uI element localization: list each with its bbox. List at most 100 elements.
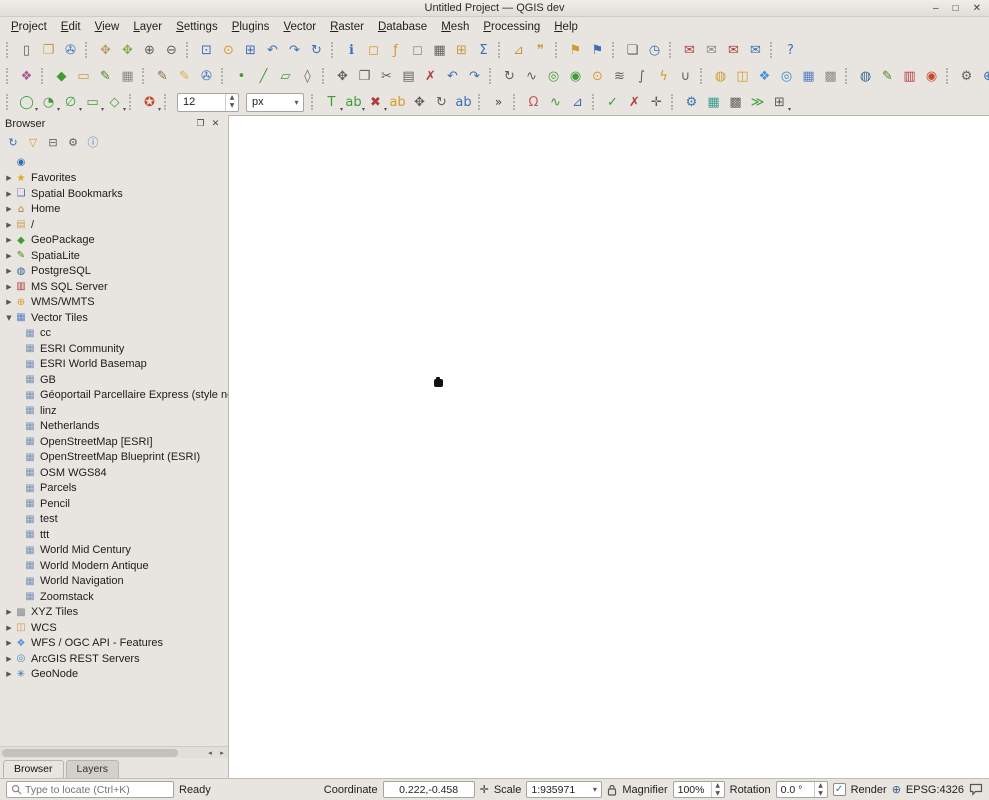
select-features-icon[interactable]: ◻ xyxy=(363,40,384,61)
menu-mesh[interactable]: Mesh xyxy=(434,19,476,35)
pan-map-icon[interactable]: ✥ xyxy=(95,40,116,61)
tree-item-wms-wmts[interactable]: ▶⊕WMS/WMTS xyxy=(0,295,228,311)
tree-item-wcs[interactable]: ▶◫WCS xyxy=(0,620,228,636)
toolbar-handle[interactable] xyxy=(41,68,46,84)
magnifier-steppers[interactable]: ▲▼ xyxy=(711,782,724,797)
toolbar-handle[interactable] xyxy=(186,42,191,58)
toolbar-handle[interactable] xyxy=(669,42,674,58)
rotate-label-icon[interactable]: ↻ xyxy=(431,92,452,113)
raster-calculator-icon[interactable]: ▩ xyxy=(725,92,746,113)
tree-item-postgresql[interactable]: ▶◍PostgreSQL xyxy=(0,264,228,280)
simplify-feature-icon[interactable]: ∿ xyxy=(521,66,542,87)
tree-item-xyz-tiles[interactable]: ▶▩XYZ Tiles xyxy=(0,605,228,621)
menu-database[interactable]: Database xyxy=(371,19,434,35)
scale-caret-icon[interactable]: ▾ xyxy=(588,785,601,794)
minimize-button[interactable]: – xyxy=(933,3,939,14)
scale-combo[interactable]: 1:935971 ▾ xyxy=(526,781,602,798)
rotation-steppers[interactable]: ▲▼ xyxy=(814,782,827,797)
toolbar-handle[interactable] xyxy=(612,42,617,58)
panel-tab-browser[interactable]: Browser xyxy=(3,760,64,778)
tree-item-osm-wgs84[interactable]: ▦OSM WGS84 xyxy=(0,465,228,481)
panel-close-icon[interactable]: ✕ xyxy=(208,119,223,129)
font-size-down-icon[interactable]: ▼ xyxy=(226,102,238,111)
zoom-in-icon[interactable]: ⊕ xyxy=(139,40,160,61)
tree-item-linz[interactable]: ▦linz xyxy=(0,403,228,419)
tree-item-openstreetmap-blueprint-esri[interactable]: ▦OpenStreetMap Blueprint (ESRI) xyxy=(0,450,228,466)
identify-features-icon[interactable]: ℹ xyxy=(341,40,362,61)
messages-icon[interactable] xyxy=(969,783,983,796)
panel-float-icon[interactable]: ❐ xyxy=(193,119,208,129)
redo-icon[interactable]: ↷ xyxy=(464,66,485,87)
map-canvas[interactable] xyxy=(229,115,989,778)
add-part-icon[interactable]: ◉ xyxy=(565,66,586,87)
open-project-icon[interactable]: ❐ xyxy=(38,40,59,61)
tree-item-esri-world-basemap[interactable]: ▦ESRI World Basemap xyxy=(0,357,228,373)
toolbar-handle[interactable] xyxy=(331,42,336,58)
tree-item-wfs-ogc-api-features[interactable]: ▶❖WFS / OGC API - Features xyxy=(0,636,228,652)
tree-item-spatial-bookmarks[interactable]: ▶❏Spatial Bookmarks xyxy=(0,186,228,202)
toolbar-handle[interactable] xyxy=(513,94,518,110)
new-shapefile-layer-icon[interactable]: ▭ xyxy=(73,66,94,87)
lock-icon[interactable] xyxy=(607,784,617,796)
add-mssql-layer-icon[interactable]: ▥ xyxy=(899,66,920,87)
toolbar-handle[interactable] xyxy=(671,94,676,110)
tree-item-test[interactable]: ▦test xyxy=(0,512,228,528)
layout-options-icon[interactable]: ⊞▾ xyxy=(769,92,790,113)
geometry-checker-icon[interactable]: ✗ xyxy=(624,92,645,113)
tree-item-spatialite[interactable]: ▶✎SpatiaLite xyxy=(0,248,228,264)
tree-item-world-modern-antique[interactable]: ▦World Modern Antique xyxy=(0,558,228,574)
add-point-feature-icon[interactable]: • xyxy=(231,66,252,87)
tree-item-pencil[interactable]: ▦Pencil xyxy=(0,496,228,512)
georeferencer-icon[interactable]: ✛ xyxy=(646,92,667,113)
font-units-combo[interactable]: px▾ xyxy=(246,93,304,112)
zoom-to-selection-icon[interactable]: ⊙ xyxy=(218,40,239,61)
toolbar-handle[interactable] xyxy=(6,68,11,84)
expand-arrow-icon[interactable]: ▶ xyxy=(4,283,14,291)
save-layer-edits-icon[interactable]: ✇ xyxy=(196,66,217,87)
extents-toggle-icon[interactable]: ✛ xyxy=(480,783,489,796)
font-size-spinbox[interactable]: 12▲▼ xyxy=(177,93,239,112)
tree-item-gb[interactable]: ▦GB xyxy=(0,372,228,388)
render-checkbox[interactable]: ✓ xyxy=(833,783,846,796)
add-polygon-feature-icon[interactable]: ▱ xyxy=(275,66,296,87)
tree-item-geopackage[interactable]: ▶◆GeoPackage xyxy=(0,233,228,249)
toolbar-handle[interactable] xyxy=(129,94,134,110)
menu-processing[interactable]: Processing xyxy=(476,19,547,35)
map-tips-icon[interactable]: ❞ xyxy=(530,40,551,61)
zoom-full-icon[interactable]: ⊡ xyxy=(196,40,217,61)
expand-arrow-icon[interactable]: ▶ xyxy=(4,252,14,260)
pan-to-selection-icon[interactable]: ✥ xyxy=(117,40,138,61)
tree-item-home[interactable]: ▶⌂Home xyxy=(0,202,228,218)
menu-raster[interactable]: Raster xyxy=(323,19,371,35)
circle-2points-icon[interactable]: ◯▾ xyxy=(16,92,37,113)
menu-plugins[interactable]: Plugins xyxy=(225,19,277,35)
expand-arrow-icon[interactable]: ▶ xyxy=(4,236,14,244)
new-project-icon[interactable]: ▯ xyxy=(16,40,37,61)
locator-box[interactable] xyxy=(6,781,174,798)
new-map-view-icon[interactable]: ❏ xyxy=(622,40,643,61)
select-by-expression-icon[interactable]: ƒ xyxy=(385,40,406,61)
menu-layer[interactable]: Layer xyxy=(126,19,169,35)
split-features-icon[interactable]: ϟ xyxy=(653,66,674,87)
zoom-next-icon[interactable]: ↷ xyxy=(284,40,305,61)
offset-curve-icon[interactable]: ≋ xyxy=(609,66,630,87)
current-edits-icon[interactable]: ✎ xyxy=(152,66,173,87)
data-source-manager-icon[interactable]: ❖ xyxy=(16,66,37,87)
change-label-properties-icon[interactable]: ab xyxy=(453,92,474,113)
toolbar-handle[interactable] xyxy=(322,68,327,84)
rotation-spinbox[interactable]: 0.0 ° ▲▼ xyxy=(776,781,828,798)
toolbar-handle[interactable] xyxy=(6,94,11,110)
plugin-icon-4-icon[interactable]: ✉ xyxy=(745,40,766,61)
crs-value[interactable]: EPSG:4326 xyxy=(906,784,964,796)
statistical-summary-icon[interactable]: Σ xyxy=(473,40,494,61)
show-spatial-bookmarks-icon[interactable]: ⚑ xyxy=(587,40,608,61)
paste-features-icon[interactable]: ▤ xyxy=(398,66,419,87)
merge-features-icon[interactable]: ∪ xyxy=(675,66,696,87)
undo-icon[interactable]: ↶ xyxy=(442,66,463,87)
highlight-pinned-labels-icon[interactable]: ab xyxy=(387,92,408,113)
magnifier-spinbox[interactable]: 100% ▲▼ xyxy=(673,781,725,798)
tree-item-arcgis-rest-servers[interactable]: ▶◎ArcGIS REST Servers xyxy=(0,651,228,667)
regular-polygon-icon[interactable]: ◇▾ xyxy=(104,92,125,113)
toolbar-handle[interactable] xyxy=(221,68,226,84)
delete-selected-icon[interactable]: ✗ xyxy=(420,66,441,87)
